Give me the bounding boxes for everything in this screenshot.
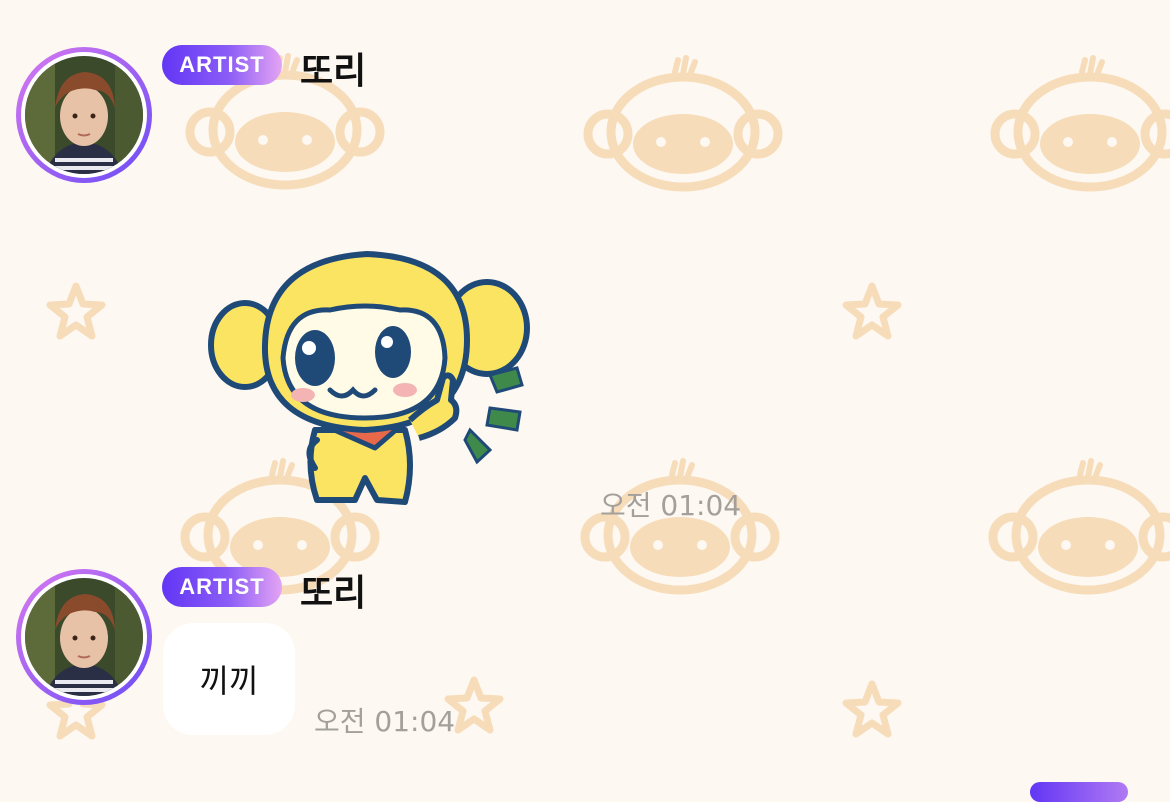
message-time: 오전 01:04 <box>600 489 742 522</box>
monkey-pointing-sticker[interactable] <box>205 250 535 515</box>
message-bubble[interactable]: 끼끼 <box>163 623 295 735</box>
next-artist-badge-peek <box>1030 782 1128 802</box>
artist-badge: ARTIST <box>162 567 282 607</box>
sender-name[interactable]: 또리 <box>300 42 366 94</box>
artist-badge: ARTIST <box>162 45 282 85</box>
avatar-image <box>25 56 143 174</box>
sender-name[interactable]: 또리 <box>300 564 366 616</box>
artist-avatar[interactable] <box>16 47 152 183</box>
artist-avatar[interactable] <box>16 569 152 705</box>
message-time: 오전 01:04 <box>314 705 456 738</box>
avatar-image <box>25 578 143 696</box>
